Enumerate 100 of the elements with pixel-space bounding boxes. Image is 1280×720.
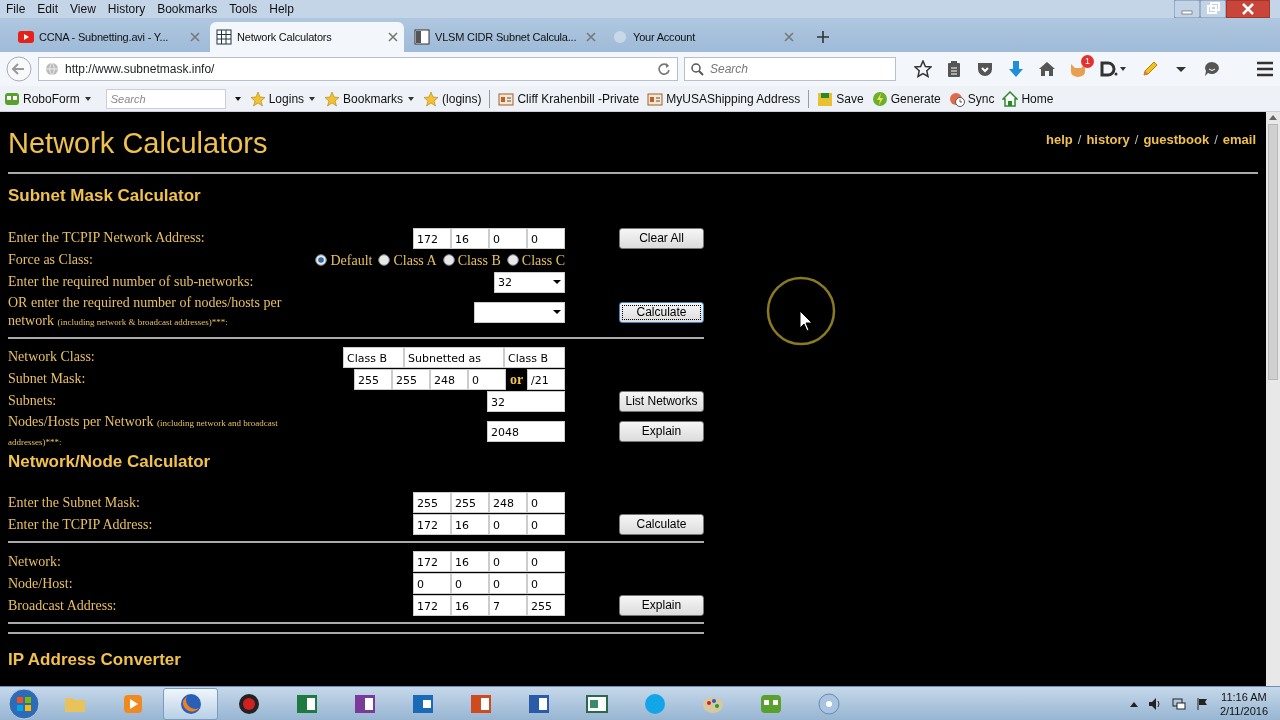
input-field[interactable]: 0 <box>527 514 565 536</box>
output-field[interactable]: 0 <box>468 368 506 390</box>
input-field[interactable]: 0 <box>527 492 565 514</box>
output-field[interactable]: Subnetted as <box>404 346 504 368</box>
menu-item[interactable]: Bookmarks <box>151 0 224 18</box>
clock-time[interactable]: 11:16 AM <box>1219 689 1268 704</box>
menu-item[interactable]: View <box>64 0 102 18</box>
menu-item[interactable]: Edit <box>31 0 65 18</box>
action-button[interactable]: Explain <box>619 421 704 443</box>
output-field[interactable]: Class B <box>343 346 404 368</box>
output-field[interactable]: Class B <box>504 346 565 368</box>
menu-item[interactable]: File <box>0 0 32 18</box>
input-field[interactable]: 255 <box>527 595 565 617</box>
taskbar-button[interactable] <box>163 687 218 720</box>
input-field[interactable]: 0 <box>489 573 527 595</box>
bookmark-link[interactable]: Generate <box>890 89 941 108</box>
bookmark-link[interactable]: Cliff Krahenbill -Private <box>517 89 640 108</box>
flag-icon[interactable] <box>1195 696 1210 711</box>
caret-icon[interactable] <box>233 94 242 103</box>
nav-link[interactable]: guestbook <box>1143 130 1210 150</box>
browser-tab[interactable]: Your Account <box>606 22 800 52</box>
bookmark-link[interactable]: Save <box>836 89 864 108</box>
roboform-menu[interactable]: RoboForm <box>23 89 92 108</box>
action-button[interactable]: Clear All <box>619 227 704 249</box>
home-icon[interactable] <box>1038 60 1056 78</box>
output-field[interactable]: 2048 <box>487 421 565 443</box>
input-field[interactable]: 255 <box>451 492 489 514</box>
pocket-icon[interactable] <box>976 60 994 78</box>
input-field[interactable]: 16 <box>451 551 489 573</box>
input-field[interactable]: 7 <box>489 595 527 617</box>
star-icon[interactable] <box>914 60 932 78</box>
action-button[interactable]: List Networks <box>619 390 704 412</box>
clipboard-icon[interactable] <box>945 60 963 78</box>
nav-link[interactable]: email <box>1222 130 1256 150</box>
section-heading: IP Address Converter <box>8 650 182 671</box>
input-field[interactable]: 0 <box>489 227 527 249</box>
input-field[interactable]: 248 <box>489 492 527 514</box>
input-field[interactable]: 0 <box>489 551 527 573</box>
menu-item[interactable]: History <box>101 0 152 18</box>
bookmark-link[interactable]: (logins) <box>442 89 482 108</box>
caret-icon <box>308 94 317 103</box>
input-field[interactable]: 0 <box>489 514 527 536</box>
clock-date[interactable]: 2/11/2016 <box>1219 703 1268 718</box>
menu-item[interactable]: Help <box>263 0 300 18</box>
radio-button[interactable] <box>442 254 455 267</box>
close-button[interactable] <box>1226 0 1270 18</box>
bookmark-menu[interactable]: Logins <box>268 89 317 108</box>
scrollbar[interactable] <box>1266 112 1280 686</box>
output-field[interactable]: 255 <box>392 368 430 390</box>
radio-button[interactable] <box>378 254 391 267</box>
input-field[interactable]: 0 <box>527 573 565 595</box>
input-field[interactable]: 255 <box>413 492 451 514</box>
input-field[interactable]: 0 <box>527 551 565 573</box>
pencil-icon[interactable] <box>1141 60 1159 78</box>
bookmark-link[interactable]: Sync <box>967 89 995 108</box>
dropdown[interactable]: 32 <box>494 271 565 293</box>
output-field[interactable]: 255 <box>354 368 392 390</box>
output-field[interactable]: 32 <box>487 390 565 412</box>
search-field[interactable]: Search <box>684 57 896 81</box>
close-icon[interactable] <box>388 32 398 42</box>
input-field[interactable]: 0 <box>413 573 451 595</box>
restore-button[interactable] <box>1200 0 1226 18</box>
input-field[interactable]: 172 <box>413 514 451 536</box>
nav-link[interactable]: history <box>1086 130 1130 150</box>
new-tab-icon[interactable] <box>816 30 830 44</box>
browser-tab[interactable]: CCNA - Subnetting.avi - Y... <box>12 22 206 52</box>
bookmark-link[interactable]: Home <box>1021 89 1054 108</box>
input-field[interactable]: 0 <box>451 573 489 595</box>
download-icon[interactable] <box>1007 60 1025 78</box>
dropdown[interactable] <box>474 301 565 323</box>
action-button[interactable]: Calculate <box>619 301 704 323</box>
browser-tab[interactable]: VLSM CIDR Subnet Calcula... <box>408 22 602 52</box>
action-button[interactable]: Calculate <box>619 514 704 536</box>
input-field[interactable]: 172 <box>413 227 451 249</box>
reload-icon[interactable] <box>657 62 671 76</box>
output-field[interactable]: /21 <box>527 368 565 390</box>
menu-item[interactable]: Tools <box>223 0 264 18</box>
caret-up-icon[interactable] <box>1129 700 1138 707</box>
bookmark-link[interactable]: MyUSAShipping Address <box>666 89 801 108</box>
letter-d-icon[interactable] <box>1100 60 1128 78</box>
search-field[interactable]: Search <box>105 88 226 109</box>
input-field[interactable]: 16 <box>451 514 489 536</box>
radio-button[interactable] <box>506 254 519 267</box>
browser-tab[interactable]: Network Calculators <box>210 22 404 52</box>
speaker-icon[interactable] <box>1147 696 1162 711</box>
network-icon[interactable] <box>1171 696 1186 711</box>
input-field[interactable]: 172 <box>413 595 451 617</box>
output-field[interactable]: 248 <box>430 368 468 390</box>
address-bar[interactable]: http://www.subnetmask.info/ <box>38 57 678 81</box>
nav-link[interactable]: help <box>1046 130 1073 150</box>
radio-button[interactable] <box>315 254 328 267</box>
back-button[interactable] <box>6 56 32 82</box>
input-field[interactable]: 16 <box>451 227 489 249</box>
input-field[interactable]: 172 <box>413 551 451 573</box>
action-button[interactable]: Explain <box>619 595 704 617</box>
bookmark-menu[interactable]: Bookmarks <box>343 89 416 108</box>
menu-icon[interactable] <box>1256 60 1274 78</box>
field-label: Enter the TCPIP Network Address: <box>8 229 205 248</box>
input-field[interactable]: 0 <box>527 227 565 249</box>
input-field[interactable]: 16 <box>451 595 489 617</box>
